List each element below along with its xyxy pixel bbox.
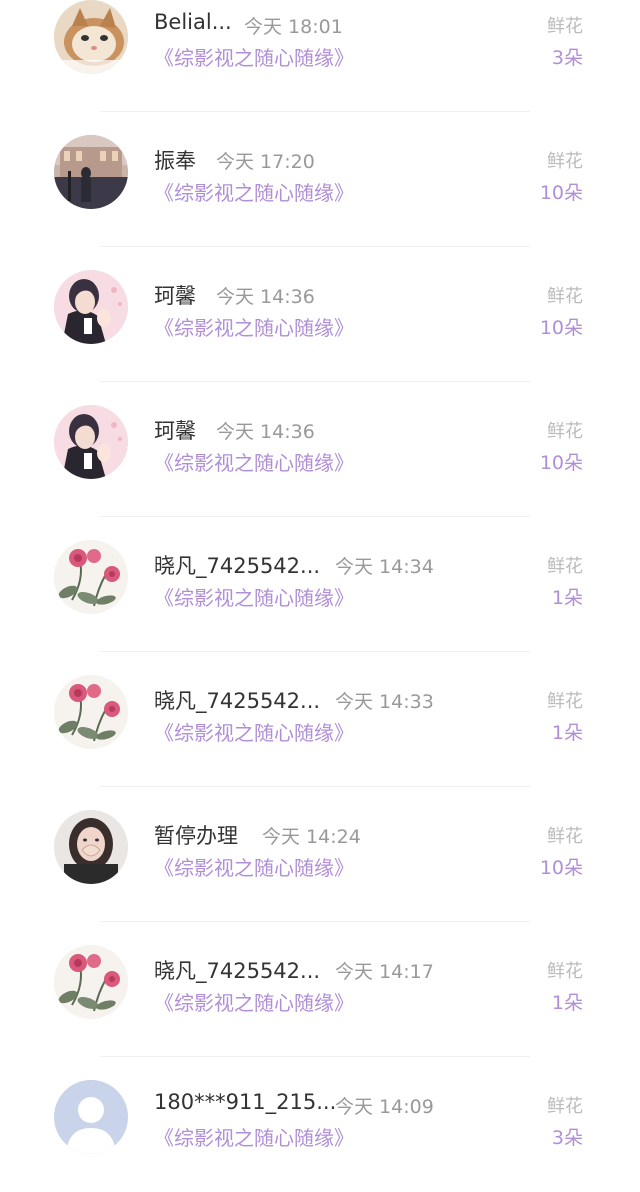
gift-record-list: Belial... 今天 18:01 《综影视之随心随缘》 鲜花 3朵 振奉 今… — [0, 0, 640, 1192]
book-title-link[interactable]: 《综影视之随心随缘》 — [154, 447, 354, 476]
book-title-link[interactable]: 《综影视之随心随缘》 — [154, 987, 354, 1016]
user-name[interactable]: 珂馨 — [154, 415, 196, 445]
gift-record-row[interactable]: 180***911_215... 今天 14:09 《综影视之随心随缘》 鲜花 … — [0, 1057, 640, 1192]
gift-type-label: 鲜花 — [547, 826, 583, 847]
gift-type-label: 鲜花 — [547, 691, 583, 712]
peony-painting-avatar[interactable] — [54, 675, 128, 749]
gift-time: 今天 18:01 — [244, 16, 343, 38]
gift-type-label: 鲜花 — [547, 961, 583, 982]
gift-type-label: 鲜花 — [547, 16, 583, 37]
default-user-avatar[interactable] — [54, 1080, 128, 1154]
gift-count: 10朵 — [539, 317, 583, 339]
gift-time: 今天 14:24 — [262, 826, 361, 848]
gift-count: 3朵 — [551, 47, 583, 69]
user-name[interactable]: 晓凡_7425542... — [154, 955, 320, 985]
girl-heart-hands-avatar[interactable] — [54, 810, 128, 884]
user-name[interactable]: Belial... — [154, 10, 232, 34]
user-name[interactable]: 振奉 — [154, 145, 196, 175]
book-title-link[interactable]: 《综影视之随心随缘》 — [154, 717, 354, 746]
gift-time: 今天 14:36 — [216, 421, 315, 443]
gift-count: 1朵 — [551, 992, 583, 1014]
gift-record-row[interactable]: 暂停办理 今天 14:24 《综影视之随心随缘》 鲜花 10朵 — [0, 787, 640, 922]
anime-couple-avatar[interactable] — [54, 405, 128, 479]
gift-type-label: 鲜花 — [547, 151, 583, 172]
gift-count: 1朵 — [551, 587, 583, 609]
book-title-link[interactable]: 《综影视之随心随缘》 — [154, 1122, 354, 1151]
gift-type-label: 鲜花 — [547, 556, 583, 577]
gift-record-row[interactable]: 振奉 今天 17:20 《综影视之随心随缘》 鲜花 10朵 — [0, 112, 640, 247]
user-name[interactable]: 珂馨 — [154, 280, 196, 310]
gift-record-row[interactable]: 珂馨 今天 14:36 《综影视之随心随缘》 鲜花 10朵 — [0, 247, 640, 382]
gift-count: 10朵 — [539, 857, 583, 879]
user-name[interactable]: 晓凡_7425542... — [154, 550, 320, 580]
book-title-link[interactable]: 《综影视之随心随缘》 — [154, 177, 354, 206]
gift-type-label: 鲜花 — [547, 286, 583, 307]
gift-count: 3朵 — [551, 1127, 583, 1149]
user-name[interactable]: 暂停办理 — [154, 820, 238, 850]
gift-time: 今天 14:33 — [335, 691, 434, 713]
gift-count: 10朵 — [539, 452, 583, 474]
gift-time: 今天 14:09 — [335, 1096, 434, 1118]
gift-count: 1朵 — [551, 722, 583, 744]
book-title-link[interactable]: 《综影视之随心随缘》 — [154, 312, 354, 341]
gift-time: 今天 14:34 — [335, 556, 434, 578]
gift-type-label: 鲜花 — [547, 421, 583, 442]
peony-painting-avatar[interactable] — [54, 945, 128, 1019]
user-name[interactable]: 晓凡_7425542... — [154, 685, 320, 715]
book-title-link[interactable]: 《综影视之随心随缘》 — [154, 582, 354, 611]
gift-type-label: 鲜花 — [547, 1096, 583, 1117]
gift-record-row[interactable]: 晓凡_7425542... 今天 14:34 《综影视之随心随缘》 鲜花 1朵 — [0, 517, 640, 652]
gift-record-row[interactable]: 晓凡_7425542... 今天 14:33 《综影视之随心随缘》 鲜花 1朵 — [0, 652, 640, 787]
anime-couple-avatar[interactable] — [54, 270, 128, 344]
user-name[interactable]: 180***911_215... — [154, 1090, 336, 1114]
book-title-link[interactable]: 《综影视之随心随缘》 — [154, 852, 354, 881]
gift-count: 10朵 — [539, 182, 583, 204]
gift-record-row[interactable]: Belial... 今天 18:01 《综影视之随心随缘》 鲜花 3朵 — [0, 0, 640, 112]
gift-record-row[interactable]: 晓凡_7425542... 今天 14:17 《综影视之随心随缘》 鲜花 1朵 — [0, 922, 640, 1057]
cat-avatar[interactable] — [54, 0, 128, 74]
street-photo-avatar[interactable] — [54, 135, 128, 209]
peony-painting-avatar[interactable] — [54, 540, 128, 614]
gift-time: 今天 17:20 — [216, 151, 315, 173]
gift-time: 今天 14:17 — [335, 961, 434, 983]
gift-record-row[interactable]: 珂馨 今天 14:36 《综影视之随心随缘》 鲜花 10朵 — [0, 382, 640, 517]
book-title-link[interactable]: 《综影视之随心随缘》 — [154, 42, 354, 71]
gift-time: 今天 14:36 — [216, 286, 315, 308]
